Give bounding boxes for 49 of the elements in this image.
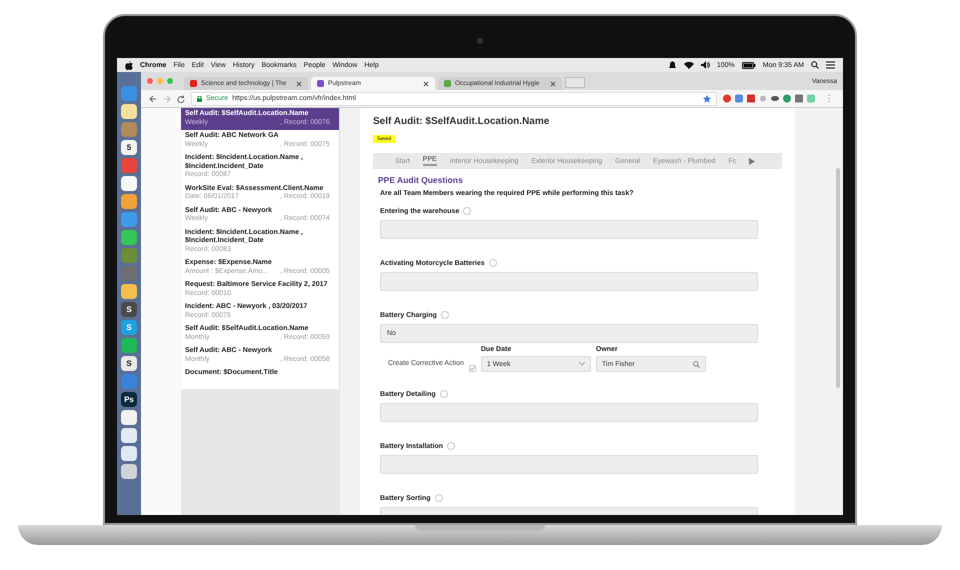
app-icon[interactable]: S (121, 356, 137, 371)
app-icon[interactable] (121, 446, 137, 461)
answer-field[interactable] (380, 272, 758, 291)
app-icon[interactable] (121, 464, 137, 479)
scroll-right-icon[interactable] (749, 158, 756, 164)
reload-icon[interactable] (177, 94, 185, 102)
chevron-down-icon (578, 362, 585, 366)
battery-icon[interactable] (742, 62, 756, 68)
scrollbar[interactable] (836, 168, 840, 388)
camera-icon (477, 38, 483, 44)
window-controls-icon[interactable] (147, 78, 173, 84)
section-heading: PPE Audit Questions (378, 175, 464, 185)
list-icon[interactable] (826, 61, 835, 69)
help-icon[interactable] (440, 311, 449, 319)
close-icon[interactable] (296, 80, 302, 86)
help-icon[interactable] (488, 259, 497, 267)
volume-icon[interactable] (700, 61, 710, 69)
app-icon[interactable] (121, 338, 137, 353)
star-icon[interactable] (703, 94, 711, 102)
apple-icon[interactable] (125, 60, 133, 70)
close-icon[interactable] (550, 80, 556, 86)
form-title: Self Audit: $SelfAudit.Location.Name (373, 116, 550, 127)
lock-icon (197, 96, 202, 102)
app-icon[interactable] (121, 230, 137, 245)
notification-icon[interactable] (668, 61, 677, 69)
app-icon[interactable] (121, 410, 137, 425)
search-icon (692, 360, 700, 368)
app-icon[interactable] (121, 176, 137, 191)
back-icon[interactable] (149, 94, 157, 102)
app-icon[interactable]: S (121, 302, 137, 317)
close-icon[interactable] (423, 80, 429, 86)
answer-field[interactable] (380, 403, 758, 422)
app-icon[interactable]: Ps (121, 392, 137, 407)
app-icon[interactable] (121, 284, 137, 299)
app-icon[interactable] (121, 104, 137, 119)
help-icon[interactable] (463, 207, 472, 215)
search-icon[interactable] (811, 61, 819, 69)
help-icon[interactable] (447, 442, 456, 450)
checkbox[interactable] (468, 365, 476, 372)
answer-field[interactable] (380, 220, 758, 239)
help-icon[interactable] (434, 494, 443, 502)
new-tab-button[interactable] (565, 77, 585, 88)
answer-field[interactable] (380, 455, 758, 474)
app-icon[interactable] (121, 194, 137, 209)
app-icon[interactable] (121, 428, 137, 443)
help-icon[interactable] (440, 390, 448, 398)
forward-icon[interactable] (163, 94, 171, 102)
wifi-icon[interactable] (684, 61, 694, 69)
app-icon[interactable]: 5 (121, 140, 137, 155)
